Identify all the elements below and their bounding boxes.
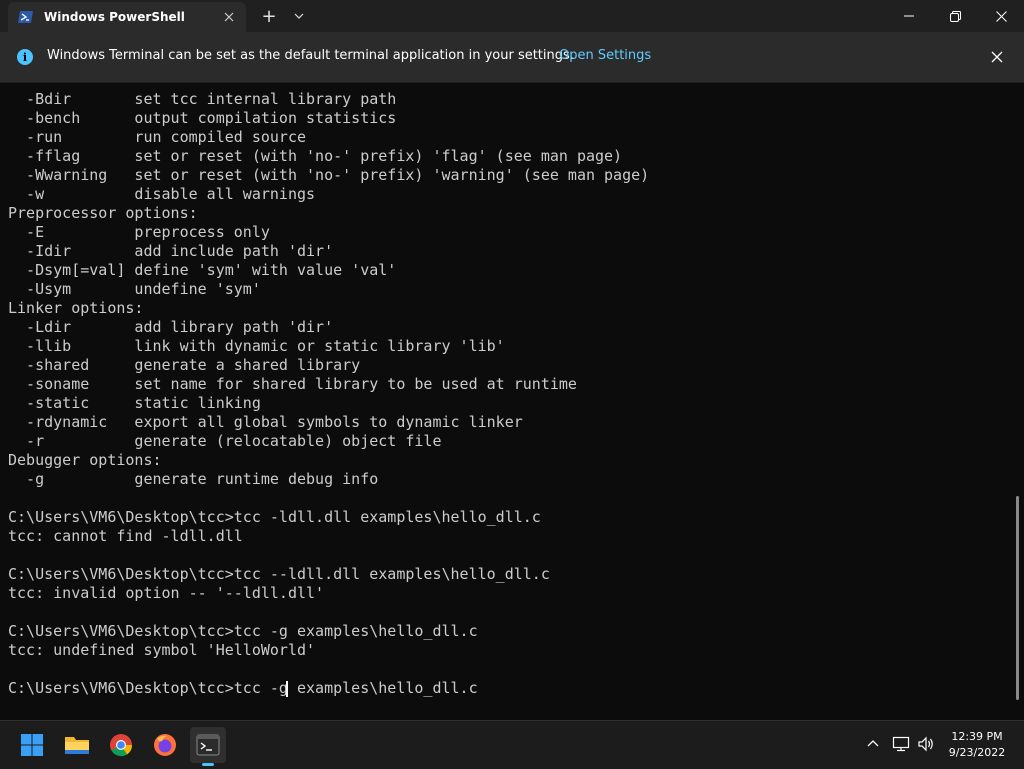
- terminal-line: -Usym undefine 'sym': [8, 280, 261, 298]
- terminal-line: tcc: undefined symbol 'HelloWorld': [8, 641, 316, 659]
- taskbar-file-explorer[interactable]: [59, 727, 95, 763]
- active-app-indicator: [202, 763, 214, 766]
- terminal-scrollbar[interactable]: [1016, 496, 1019, 700]
- minimize-icon: [904, 15, 914, 17]
- terminal-line: -static static linking: [8, 394, 261, 412]
- network-button[interactable]: [890, 733, 912, 755]
- terminal-line: Debugger options:: [8, 451, 162, 469]
- tab-dropdown-button[interactable]: [286, 4, 312, 28]
- tab-windows-powershell[interactable]: Windows PowerShell: [8, 2, 246, 32]
- firefox-icon: [154, 734, 176, 756]
- terminal-line: Linker options:: [8, 299, 144, 317]
- start-icon: [21, 734, 43, 756]
- clock-date: 9/23/2022: [948, 746, 1006, 759]
- network-icon: [892, 736, 910, 752]
- chevron-up-icon: [867, 740, 879, 747]
- terminal-output[interactable]: -Bdir set tcc internal library path -ben…: [0, 90, 1014, 715]
- taskbar-clock[interactable]: 12:39 PM 9/23/2022: [940, 729, 1014, 761]
- terminal-line: -Dsym[=val] define 'sym' with value 'val…: [8, 261, 397, 279]
- terminal-line: -rdynamic export all global symbols to d…: [8, 413, 523, 431]
- terminal-line: -soname set name for shared library to b…: [8, 375, 577, 393]
- terminal-line: tcc: invalid option -- '--ldll.dll': [8, 584, 325, 602]
- terminal-line: -Idir add include path 'dir': [8, 242, 334, 260]
- infobar-close-button[interactable]: [986, 46, 1008, 68]
- close-icon: [995, 10, 1007, 22]
- close-window-button[interactable]: [978, 0, 1024, 32]
- taskbar-firefox[interactable]: [147, 727, 183, 763]
- text-cursor: [286, 681, 288, 697]
- infobar-message: Windows Terminal can be set as the defau…: [47, 48, 574, 63]
- file-explorer-icon: [65, 737, 89, 754]
- maximize-button[interactable]: [932, 0, 978, 32]
- terminal-line: C:\Users\VM6\Desktop\tcc>tcc -g examples…: [8, 622, 478, 640]
- terminal-line: -r generate (relocatable) object file: [8, 432, 442, 450]
- terminal-line: -g generate runtime debug info: [8, 470, 379, 488]
- info-icon: i: [17, 49, 33, 65]
- terminal-line: -shared generate a shared library: [8, 356, 361, 374]
- terminal-icon: [196, 734, 220, 756]
- tab-title: Windows PowerShell: [44, 10, 185, 24]
- terminal-line: Preprocessor options:: [8, 204, 198, 222]
- taskbar-terminal[interactable]: [190, 727, 226, 763]
- open-settings-link[interactable]: Open Settings: [559, 48, 651, 63]
- terminal-line: C:\Users\VM6\Desktop\tcc>tcc --ldll.dll …: [8, 565, 550, 583]
- volume-button[interactable]: [915, 733, 937, 755]
- terminal-line: -Ldir add library path 'dir': [8, 318, 334, 336]
- terminal-line: -E preprocess only: [8, 223, 270, 241]
- start-button[interactable]: [14, 727, 50, 763]
- clock-time: 12:39 PM: [951, 730, 1003, 743]
- powershell-icon: [18, 11, 33, 23]
- new-tab-button[interactable]: +: [256, 4, 282, 28]
- default-terminal-infobar: i Windows Terminal can be set as the def…: [0, 32, 1024, 83]
- terminal-line: C:\Users\VM6\Desktop\tcc>tcc -ldll.dll e…: [8, 508, 541, 526]
- terminal-line: -fflag set or reset (with 'no-' prefix) …: [8, 147, 623, 165]
- terminal-line: -bench output compilation statistics: [8, 109, 397, 127]
- volume-icon: [918, 736, 933, 752]
- restore-icon: [949, 10, 961, 22]
- terminal-line: -llib link with dynamic or static librar…: [8, 337, 505, 355]
- terminal-line: -Wwarning set or reset (with 'no-' prefi…: [8, 166, 650, 184]
- plus-icon: +: [261, 5, 277, 27]
- taskbar: 12:39 PM 9/23/2022: [0, 720, 1024, 769]
- minimize-button[interactable]: [886, 0, 932, 32]
- terminal-line: tcc: cannot find -ldll.dll: [8, 527, 243, 545]
- chrome-icon: [110, 734, 133, 757]
- terminal-line: -Bdir set tcc internal library path: [8, 90, 397, 108]
- terminal-line: -w disable all warnings: [8, 185, 316, 203]
- show-hidden-icons-button[interactable]: [862, 733, 884, 755]
- tab-close-icon[interactable]: [220, 8, 238, 26]
- taskbar-chrome[interactable]: [103, 727, 139, 763]
- terminal-line: -run run compiled source: [8, 128, 307, 146]
- title-bar: Windows PowerShell +: [0, 0, 1024, 32]
- close-icon: [991, 51, 1003, 63]
- terminal-line: C:\Users\VM6\Desktop\tcc>tcc -g examples…: [8, 679, 478, 697]
- chevron-down-icon: [294, 13, 304, 19]
